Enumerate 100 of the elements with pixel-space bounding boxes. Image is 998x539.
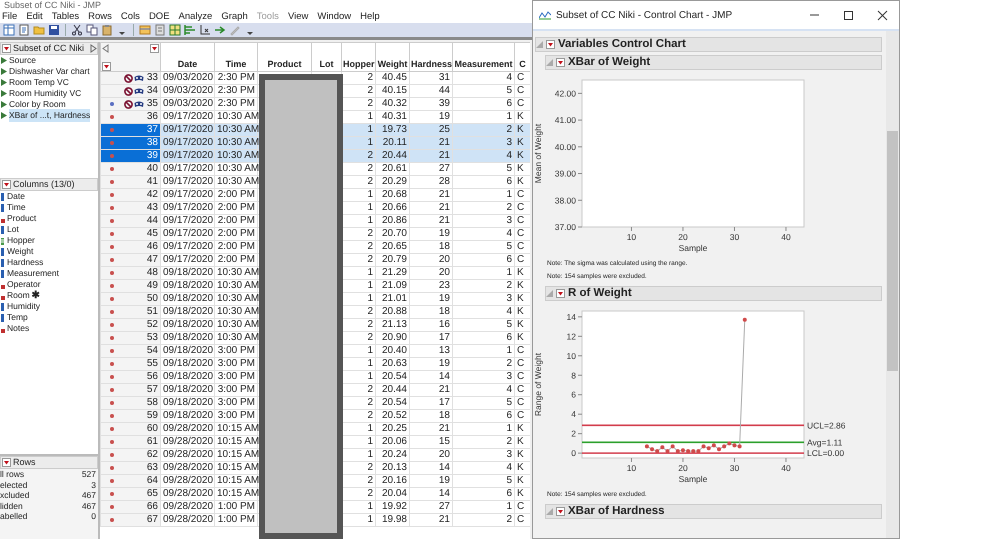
new-table-icon[interactable]: [3, 24, 15, 36]
column-header[interactable]: Date: [160, 42, 214, 72]
row-header[interactable]: 45: [100, 228, 160, 240]
report-header[interactable]: R of Weight: [545, 286, 882, 301]
column-header[interactable]: Hopper: [342, 42, 376, 72]
save-icon[interactable]: [48, 24, 60, 36]
panel-header[interactable]: Subset of CC Niki: [0, 42, 98, 55]
row-header[interactable]: 34: [100, 84, 160, 98]
column-header[interactable]: Hardness: [410, 42, 452, 72]
script-item[interactable]: Color by Room: [9, 98, 66, 111]
row-header[interactable]: 49: [100, 280, 160, 292]
menu-item[interactable]: File: [2, 10, 18, 23]
row-header[interactable]: 63: [100, 462, 160, 474]
row-header[interactable]: 53: [100, 332, 160, 344]
column-item[interactable]: Hardness: [7, 256, 44, 269]
menu-triangle-icon[interactable]: [556, 58, 565, 67]
scissors-icon[interactable]: [71, 24, 83, 36]
menu-item[interactable]: Help: [360, 10, 380, 23]
menu-item[interactable]: Tables: [52, 10, 80, 23]
column-header[interactable]: Weight: [376, 42, 410, 72]
menu-item[interactable]: Rows: [88, 10, 112, 23]
column-item[interactable]: Room: [7, 289, 30, 302]
menu-triangle-icon[interactable]: [556, 507, 565, 516]
menu-item[interactable]: View: [288, 10, 308, 23]
menu-triangle-icon[interactable]: [556, 289, 565, 298]
row-header[interactable]: 48: [100, 266, 160, 280]
left-arrow-icon[interactable]: [102, 44, 109, 53]
column-item[interactable]: Weight: [7, 245, 34, 258]
row-header[interactable]: 61: [100, 436, 160, 448]
row-header[interactable]: 38: [100, 136, 160, 150]
column-item[interactable]: Humidity: [7, 300, 40, 313]
row-header[interactable]: 57: [100, 384, 160, 396]
column-item[interactable]: Hopper: [7, 234, 35, 247]
menu-triangle-icon[interactable]: [546, 40, 555, 49]
expand-arrow-icon[interactable]: [90, 44, 97, 53]
row-header[interactable]: 52: [100, 318, 160, 332]
menu-item[interactable]: DOE: [148, 10, 170, 23]
rows-menu-icon[interactable]: [102, 62, 111, 71]
row-header[interactable]: 37: [100, 124, 160, 136]
row-header[interactable]: 54: [100, 344, 160, 358]
row-header[interactable]: 44: [100, 214, 160, 228]
column-item[interactable]: Notes: [7, 322, 30, 335]
row-header[interactable]: 62: [100, 448, 160, 462]
row-header[interactable]: 50: [100, 292, 160, 306]
row-header[interactable]: 42: [100, 188, 160, 202]
outline-header[interactable]: Variables Control Chart: [535, 37, 882, 52]
row-header[interactable]: 59: [100, 410, 160, 422]
row-header[interactable]: 55: [100, 358, 160, 370]
columns-menu-icon[interactable]: [150, 44, 159, 53]
copy-icon[interactable]: [86, 24, 98, 36]
menu-item[interactable]: Graph: [221, 10, 248, 23]
script-item[interactable]: Room Temp VC: [9, 76, 69, 89]
row-header[interactable]: 40: [100, 162, 160, 176]
column-header[interactable]: Product: [258, 42, 312, 72]
column-header[interactable]: Lot: [312, 42, 342, 72]
column-item[interactable]: Date: [7, 190, 25, 203]
column-item[interactable]: Temp: [7, 311, 28, 324]
row-header[interactable]: 36: [100, 110, 160, 124]
menu-item[interactable]: Edit: [26, 10, 43, 23]
column-header[interactable]: Time: [214, 42, 258, 72]
row-header[interactable]: 46: [100, 240, 160, 254]
menu-triangle-icon[interactable]: [2, 180, 11, 189]
scroll-thumb[interactable]: [887, 131, 898, 371]
row-header[interactable]: 58: [100, 396, 160, 410]
column-item[interactable]: Product: [7, 212, 36, 225]
script-item[interactable]: Source: [9, 54, 36, 67]
grid-icon[interactable]: [169, 24, 181, 36]
row-header[interactable]: 41: [100, 176, 160, 188]
column-item[interactable]: Operator: [7, 278, 41, 291]
menu-triangle-icon[interactable]: [2, 44, 11, 53]
clipboard-icon[interactable]: [101, 24, 113, 36]
row-header[interactable]: 66: [100, 500, 160, 514]
row-header[interactable]: 33: [100, 72, 160, 84]
row-header[interactable]: 35: [100, 98, 160, 110]
row-header[interactable]: 60: [100, 422, 160, 436]
menu-triangle-icon[interactable]: [2, 458, 11, 467]
column-item[interactable]: Measurement: [7, 267, 59, 280]
column-header[interactable]: Measurement: [452, 42, 514, 72]
row-header[interactable]: 65: [100, 488, 160, 500]
panel-header[interactable]: Rows: [0, 456, 98, 469]
scrollbar[interactable]: [886, 31, 899, 538]
row-header[interactable]: 47: [100, 254, 160, 266]
table-corner[interactable]: [100, 42, 160, 72]
row-header[interactable]: 56: [100, 370, 160, 384]
script-item[interactable]: Dishwasher Var chart: [9, 65, 90, 78]
menu-item[interactable]: Window: [317, 10, 352, 23]
menu-item[interactable]: Cols: [120, 10, 140, 23]
script-item[interactable]: Room Humidity VC: [9, 87, 82, 100]
axis-icon[interactable]: [199, 24, 211, 36]
panel-header[interactable]: Columns (13/0): [0, 178, 98, 191]
row-header[interactable]: 43: [100, 202, 160, 214]
column-item[interactable]: Time: [7, 201, 26, 214]
data-table-icon[interactable]: [139, 24, 151, 36]
menu-item[interactable]: Analyze: [178, 10, 212, 23]
row-header[interactable]: 51: [100, 306, 160, 318]
report-header[interactable]: XBar of Hardness: [545, 504, 882, 519]
row-header[interactable]: 64: [100, 474, 160, 488]
report-header[interactable]: XBar of Weight: [545, 55, 882, 70]
calculator-icon[interactable]: [154, 24, 166, 36]
row-header[interactable]: 67: [100, 514, 160, 526]
